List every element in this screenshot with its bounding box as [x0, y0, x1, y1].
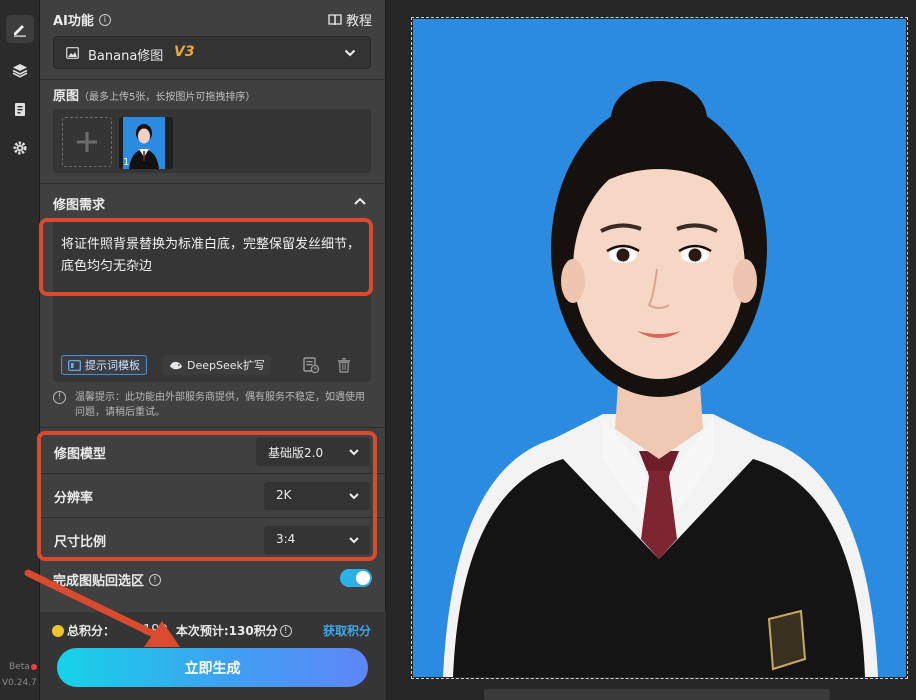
get-credits-link[interactable]: 获取积分 [323, 622, 371, 639]
settings-panel: AI功能 i 教程 Banana修图 V3 原图 （最多上传5张，长按图片可拖拽… [24, 0, 386, 700]
settings-tool-button[interactable] [6, 134, 34, 162]
template-icon [68, 359, 81, 371]
layers-icon [12, 64, 28, 78]
add-image-button[interactable] [62, 117, 112, 167]
info-icon[interactable]: ! [279, 624, 292, 637]
original-images-header: 原图 （最多上传5张，长按图片可拖拽排序） [53, 89, 256, 104]
chevron-up-icon[interactable] [353, 196, 367, 206]
canvas-area [386, 0, 916, 700]
portrait-image [413, 19, 906, 677]
tutorial-link[interactable]: 教程 [328, 10, 372, 29]
version-badge: V3 [174, 44, 195, 60]
clipboard-tool-button[interactable] [6, 95, 34, 123]
info-icon[interactable]: i [98, 13, 111, 26]
image-upload-area: 1 [53, 109, 371, 173]
portrait-photo[interactable] [411, 17, 908, 679]
clipboard-icon [15, 103, 25, 116]
arrow-annotation [24, 569, 180, 647]
settings-highlight-box [37, 431, 377, 561]
ai-function-title: AI功能 i [53, 10, 111, 29]
trash-icon[interactable] [335, 356, 353, 374]
edit-request-title: 修图需求 [53, 198, 106, 213]
function-select-label: Banana修图 [88, 49, 164, 64]
layers-tool-button[interactable] [6, 56, 34, 84]
image-thumbnail[interactable]: 1 [119, 117, 173, 169]
divider [40, 427, 386, 428]
image-icon [66, 47, 79, 59]
book-icon [328, 13, 342, 25]
pencil-icon [14, 25, 26, 37]
whale-icon [170, 361, 182, 369]
info-icon: ! [53, 391, 66, 404]
plus-icon [77, 132, 97, 152]
chevron-down-icon [344, 49, 356, 57]
paste-back-toggle[interactable] [340, 569, 372, 587]
gear-icon [13, 141, 27, 155]
edit-tool-button[interactable] [6, 15, 34, 43]
divider [40, 79, 386, 80]
prompt-highlight-box [39, 218, 373, 296]
prompt-template-button[interactable]: 提示词模板 [61, 355, 147, 375]
function-select[interactable]: Banana修图 V3 [53, 36, 371, 69]
history-icon[interactable] [302, 356, 320, 374]
thumbnail-index: 1 [123, 157, 130, 168]
version-label: V0.24.7 [2, 678, 37, 688]
horizontal-scrollbar[interactable] [484, 689, 830, 700]
service-notice: ! 温馨提示：此功能由外部服务商提供，偶有服务不稳定，如遇使用问题，请稍后重试。 [53, 390, 373, 420]
deepseek-expand-button[interactable]: DeepSeek扩写 [163, 355, 271, 375]
divider [40, 183, 386, 184]
